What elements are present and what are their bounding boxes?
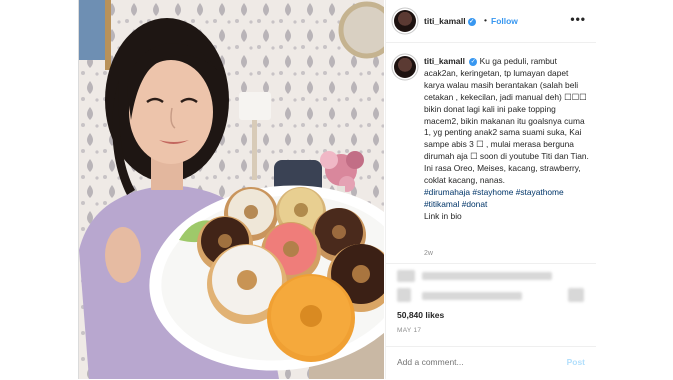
caption-hashtags[interactable]: #dirumahaja #stayhome #stayathome #titik… bbox=[424, 187, 564, 209]
header-username[interactable]: titi_kamall ✓ bbox=[424, 16, 476, 26]
caption-avatar[interactable] bbox=[394, 56, 416, 78]
more-options-icon[interactable]: ••• bbox=[570, 12, 586, 26]
blurred-text bbox=[422, 292, 522, 300]
blurred-avatar bbox=[397, 288, 411, 302]
post-header: titi_kamall ✓ • Follow ••• bbox=[386, 0, 596, 43]
blurred-icon bbox=[568, 288, 584, 302]
follow-button[interactable]: Follow bbox=[491, 16, 518, 26]
separator-dot: • bbox=[484, 15, 487, 25]
post-caption: titi_kamall ✓ Ku ga peduli, rambut acak2… bbox=[424, 56, 590, 223]
username-text[interactable]: titi_kamall bbox=[424, 16, 466, 26]
blurred-text bbox=[422, 272, 552, 280]
caption-text: Ku ga peduli, rambut acak2an, keringetan… bbox=[424, 56, 589, 162]
caption-link: Link in bio bbox=[424, 210, 462, 221]
instagram-post: titi_kamall ✓ • Follow ••• titi_kamall ✓ … bbox=[78, 0, 596, 379]
caption-flavors: Ini rasa Oreo, Meises, kacang, strawberr… bbox=[424, 163, 581, 186]
blurred-avatar bbox=[397, 270, 415, 282]
post-comment-button[interactable]: Post bbox=[567, 357, 585, 367]
post-photo[interactable] bbox=[79, 0, 384, 379]
post-date: MAY 17 bbox=[397, 327, 422, 334]
comment-bar: Post bbox=[386, 346, 596, 380]
comment-input[interactable] bbox=[397, 357, 547, 367]
like-count[interactable]: 50,840 likes bbox=[397, 310, 444, 320]
blurred-comments bbox=[386, 263, 596, 308]
donut-photo-illustration bbox=[79, 0, 384, 379]
caption-username[interactable]: titi_kamall bbox=[424, 56, 465, 66]
verified-badge-icon: ✓ bbox=[467, 17, 476, 26]
caption-time-ago: 2w bbox=[424, 250, 433, 257]
caption-verified-icon: ✓ bbox=[469, 57, 478, 66]
profile-avatar[interactable] bbox=[394, 10, 416, 32]
post-sidebar: titi_kamall ✓ • Follow ••• titi_kamall ✓ … bbox=[385, 0, 596, 379]
